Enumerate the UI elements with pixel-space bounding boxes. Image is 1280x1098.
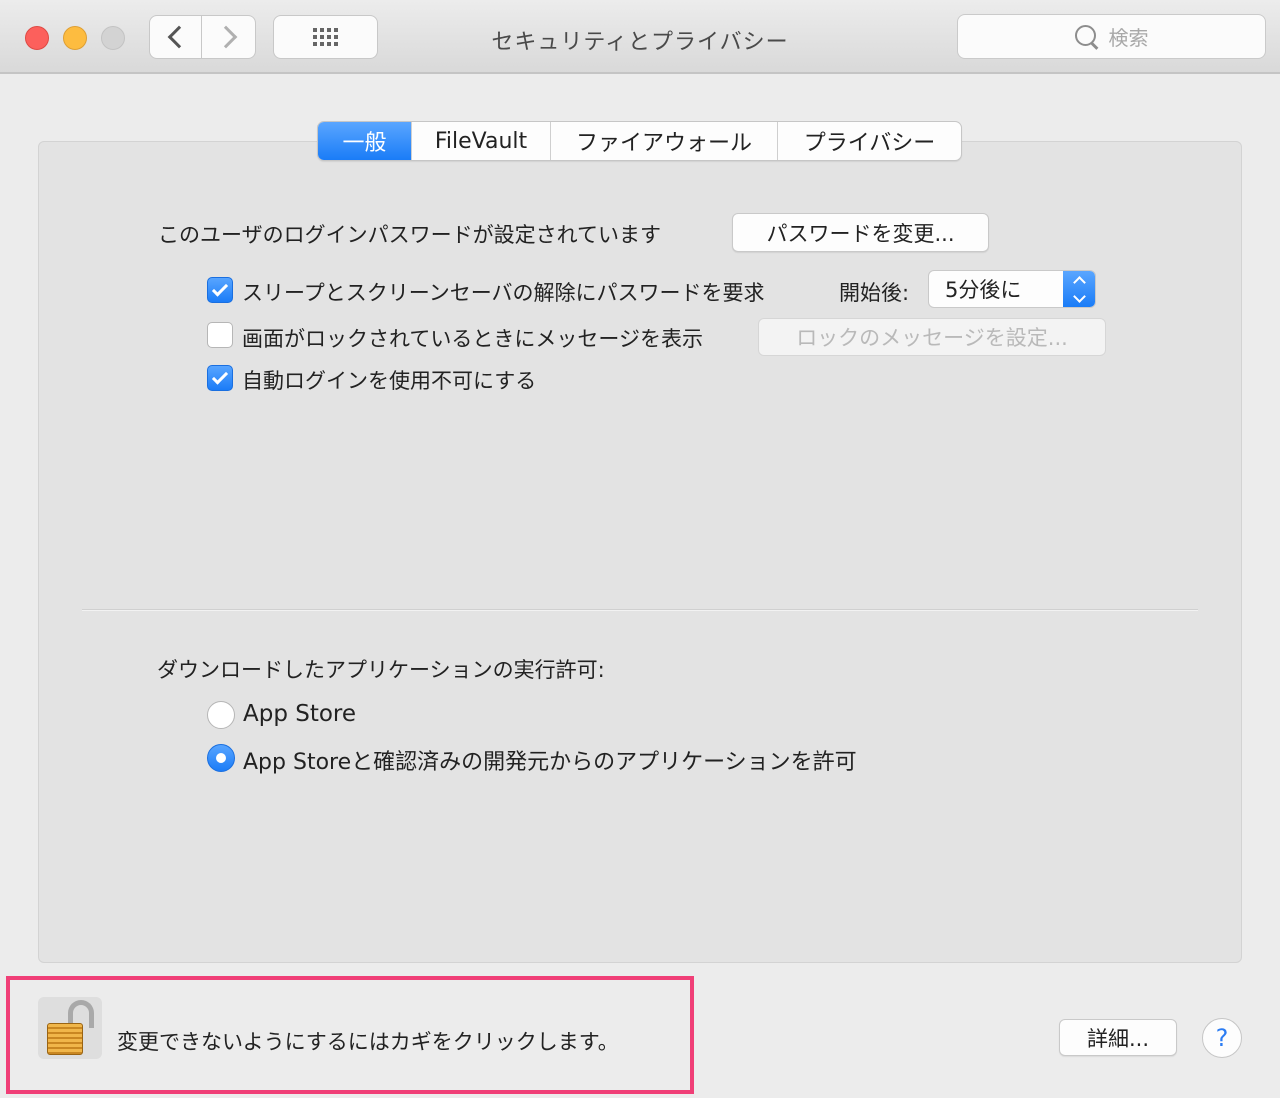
require-password-label: スリープとスクリーンセーバの解除にパスワードを要求 (242, 281, 765, 305)
search-icon (1074, 24, 1099, 49)
password-status-label: このユーザのログインパスワードが設定されています (158, 223, 661, 247)
change-password-button[interactable]: パスワードを変更... (732, 213, 989, 252)
section-divider (82, 609, 1198, 611)
content-panel (38, 141, 1242, 963)
radio-app-store-label: App Store (243, 701, 357, 727)
require-password-delay-select[interactable]: 5分後に (928, 270, 1096, 308)
radio-app-store[interactable] (207, 701, 235, 729)
delay-value: 5分後に (945, 278, 1022, 302)
disable-auto-login-checkbox[interactable] (207, 365, 233, 391)
tab-firewall[interactable]: ファイアウォール (550, 122, 777, 160)
lock-button[interactable] (38, 997, 102, 1059)
search-field[interactable]: 検索 (957, 14, 1266, 59)
grid-icon (313, 28, 338, 46)
radio-app-store-identified-label: App Storeと確認済みの開発元からのアプリケーションを許可 (243, 750, 857, 775)
help-button[interactable]: ? (1202, 1018, 1242, 1058)
disable-auto-login-label: 自動ログインを使用不可にする (242, 369, 537, 393)
minimize-window-button[interactable] (63, 26, 87, 50)
after-label: 開始後: (839, 281, 910, 305)
show-all-button[interactable] (273, 15, 378, 59)
zoom-window-button[interactable] (101, 26, 125, 50)
set-lock-message-button[interactable]: ロックのメッセージを設定... (758, 318, 1106, 356)
back-button[interactable] (149, 15, 202, 59)
show-lock-message-label: 画面がロックされているときにメッセージを表示 (242, 327, 703, 351)
checkmark-icon (211, 279, 229, 297)
radio-app-store-identified[interactable] (207, 744, 235, 772)
downloads-heading: ダウンロードしたアプリケーションの実行許可: (157, 658, 605, 682)
tab-general[interactable]: 一般 (318, 122, 411, 160)
lock-hint-text: 変更できないようにするにはカギをクリックします。 (117, 1030, 619, 1054)
title-bar: セキュリティとプライバシー 検索 (0, 0, 1280, 74)
tab-privacy[interactable]: プライバシー (777, 122, 961, 160)
chevron-right-icon (214, 25, 237, 49)
up-down-arrows-icon (1063, 271, 1095, 307)
window-title: セキュリティとプライバシー (491, 30, 789, 55)
show-lock-message-checkbox[interactable] (207, 322, 233, 348)
tab-filevault[interactable]: FileVault (411, 122, 550, 160)
search-placeholder: 検索 (1108, 26, 1149, 50)
advanced-button[interactable]: 詳細... (1059, 1019, 1177, 1056)
checkmark-icon (211, 367, 229, 385)
chevron-left-icon (167, 25, 190, 49)
tab-bar: 一般 FileVault ファイアウォール プライバシー (317, 121, 962, 161)
forward-button[interactable] (202, 15, 256, 59)
require-password-checkbox[interactable] (207, 277, 233, 303)
close-window-button[interactable] (25, 26, 49, 50)
